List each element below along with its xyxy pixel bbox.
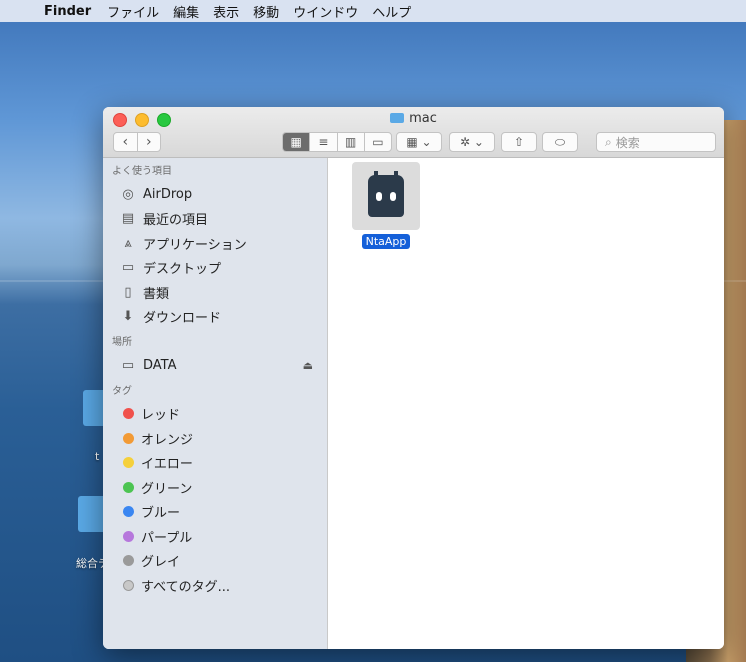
chevron-down-icon: ⌄ xyxy=(473,135,484,149)
sidebar-tag-yellow[interactable]: イエロー xyxy=(103,451,327,476)
tag-color-dot-icon xyxy=(123,408,134,420)
sidebar-section-tags: タグ xyxy=(112,385,132,397)
tag-color-dot-icon xyxy=(123,457,134,469)
sidebar-tag-blue[interactable]: ブルー xyxy=(103,500,327,525)
list-view-button[interactable]: ≡ xyxy=(309,133,336,151)
sidebar-item-label: オレンジ xyxy=(141,432,194,448)
tag-color-dot-icon xyxy=(123,481,134,493)
menu-edit[interactable]: 編集 xyxy=(173,2,199,21)
sidebar-item-label: イエロー xyxy=(141,457,193,473)
app-robot-icon xyxy=(352,162,420,230)
finder-window: mac ‹ › ▦ ≡ ▥ ▭ ▦ ⌄ ✲ ⌄ ⇧ ⬭ ⌕ 検索 よく使う項目 … xyxy=(103,107,724,649)
robot-graphic xyxy=(368,171,404,217)
sidebar-item-label: ダウンロード xyxy=(143,311,222,327)
sidebar-item-desktop[interactable]: ▭ デスクトップ xyxy=(103,256,327,281)
tag-icon: ⬭ xyxy=(554,134,566,149)
sidebar-item-downloads[interactable]: ⬇ ダウンロード xyxy=(103,305,327,330)
sidebar-item-documents[interactable]: ▯ 書類 xyxy=(103,280,327,305)
search-icon: ⌕ xyxy=(605,134,612,149)
search-placeholder: 検索 xyxy=(615,135,640,150)
sidebar-item-label: グレイ xyxy=(141,555,181,571)
applications-icon: ⩓ xyxy=(124,235,132,251)
sidebar-tag-green[interactable]: グリーン xyxy=(103,475,327,500)
sidebar-item-label: アプリケーション xyxy=(143,237,247,253)
sidebar-item-applications[interactable]: ⩓ アプリケーション xyxy=(103,231,327,256)
gear-icon: ✲ xyxy=(460,135,471,149)
sidebar-item-label: ブルー xyxy=(141,506,181,522)
sidebar: よく使う項目 ◎ AirDrop ▤ 最近の項目 ⩓ アプリケーション ▭ デス… xyxy=(103,158,328,649)
robot-ear xyxy=(394,171,398,177)
menu-window[interactable]: ウインドウ xyxy=(293,2,358,21)
robot-ear xyxy=(374,171,378,177)
sidebar-item-label: パープル xyxy=(141,530,193,546)
sidebar-item-label: デスクトップ xyxy=(143,262,222,278)
sidebar-section-favorites: よく使う項目 xyxy=(112,166,172,177)
window-titlebar[interactable]: mac ‹ › ▦ ≡ ▥ ▭ ▦ ⌄ ✲ ⌄ ⇧ ⬭ ⌕ 検索 xyxy=(103,107,724,158)
sidebar-section-locations: 場所 xyxy=(112,337,132,348)
menu-file[interactable]: ファイル xyxy=(107,2,159,21)
sidebar-item-label: 最近の項目 xyxy=(143,213,209,229)
documents-icon: ▯ xyxy=(124,284,132,300)
menu-go[interactable]: 移動 xyxy=(253,2,279,21)
share-icon: ⇧ xyxy=(513,135,525,149)
search-field[interactable]: ⌕ 検索 xyxy=(596,132,716,152)
downloads-icon: ⬇ xyxy=(122,309,134,325)
desktop-icon: ▭ xyxy=(121,260,135,276)
grid-icon: ▦ xyxy=(406,135,418,149)
folder-icon xyxy=(390,113,405,123)
menu-help[interactable]: ヘルプ xyxy=(372,2,411,21)
menu-app-name[interactable]: Finder xyxy=(44,4,91,19)
sidebar-item-data-drive[interactable]: ▭ DATA ⏏ xyxy=(103,353,327,378)
sidebar-item-recents[interactable]: ▤ 最近の項目 xyxy=(103,207,327,232)
gallery-view-button[interactable]: ▭ xyxy=(363,133,391,151)
sidebar-tag-gray[interactable]: グレイ xyxy=(103,549,327,574)
drive-icon: ▭ xyxy=(121,357,135,373)
navigation-buttons: ‹ › xyxy=(113,132,161,152)
eject-icon[interactable]: ⏏ xyxy=(303,359,313,372)
chevron-down-icon: ⌄ xyxy=(421,135,432,149)
sidebar-tag-orange[interactable]: オレンジ xyxy=(103,426,327,451)
file-name-label: NtaApp xyxy=(361,234,411,249)
column-view-button[interactable]: ▥ xyxy=(336,133,364,151)
sidebar-item-label: AirDrop xyxy=(143,186,193,202)
sidebar-item-label: レッド xyxy=(141,408,181,424)
robot-eye xyxy=(376,192,382,201)
file-browser-area[interactable]: NtaApp xyxy=(328,158,724,649)
forward-button[interactable]: › xyxy=(136,133,161,151)
recents-icon: ▤ xyxy=(121,211,135,227)
sidebar-tag-red[interactable]: レッド xyxy=(103,402,327,427)
group-button[interactable]: ▦ ⌄ xyxy=(396,132,442,152)
sidebar-item-label: 書類 xyxy=(143,286,170,302)
tag-color-dot-icon xyxy=(123,432,134,444)
file-item[interactable]: NtaApp xyxy=(348,162,424,249)
menu-bar: Finder ファイル 編集 表示 移動 ウインドウ ヘルプ xyxy=(0,0,746,22)
sidebar-item-label: DATA xyxy=(143,357,177,373)
sidebar-tag-purple[interactable]: パープル xyxy=(103,524,327,549)
view-mode-selector: ▦ ≡ ▥ ▭ xyxy=(282,132,392,152)
sidebar-tag-all[interactable]: すべてのタグ... xyxy=(103,573,327,598)
tag-color-dot-icon xyxy=(123,530,134,542)
sidebar-item-label: すべてのタグ... xyxy=(141,579,230,595)
sidebar-item-airdrop[interactable]: ◎ AirDrop xyxy=(103,182,327,207)
action-button[interactable]: ✲ ⌄ xyxy=(449,132,495,152)
airdrop-icon: ◎ xyxy=(122,186,134,202)
tag-color-dot-icon xyxy=(123,555,134,567)
tag-color-dot-icon xyxy=(123,506,134,518)
share-button[interactable]: ⇧ xyxy=(501,132,537,152)
back-button[interactable]: ‹ xyxy=(114,133,137,151)
icon-view-button[interactable]: ▦ xyxy=(283,133,310,151)
desktop-folder-label: t xyxy=(95,450,100,463)
sidebar-item-label: グリーン xyxy=(141,481,193,497)
all-tags-icon xyxy=(123,579,134,591)
window-title: mac xyxy=(103,111,724,126)
window-title-text: mac xyxy=(409,111,437,126)
robot-eye xyxy=(390,192,396,201)
tag-button[interactable]: ⬭ xyxy=(542,132,578,152)
menu-view[interactable]: 表示 xyxy=(213,2,239,21)
